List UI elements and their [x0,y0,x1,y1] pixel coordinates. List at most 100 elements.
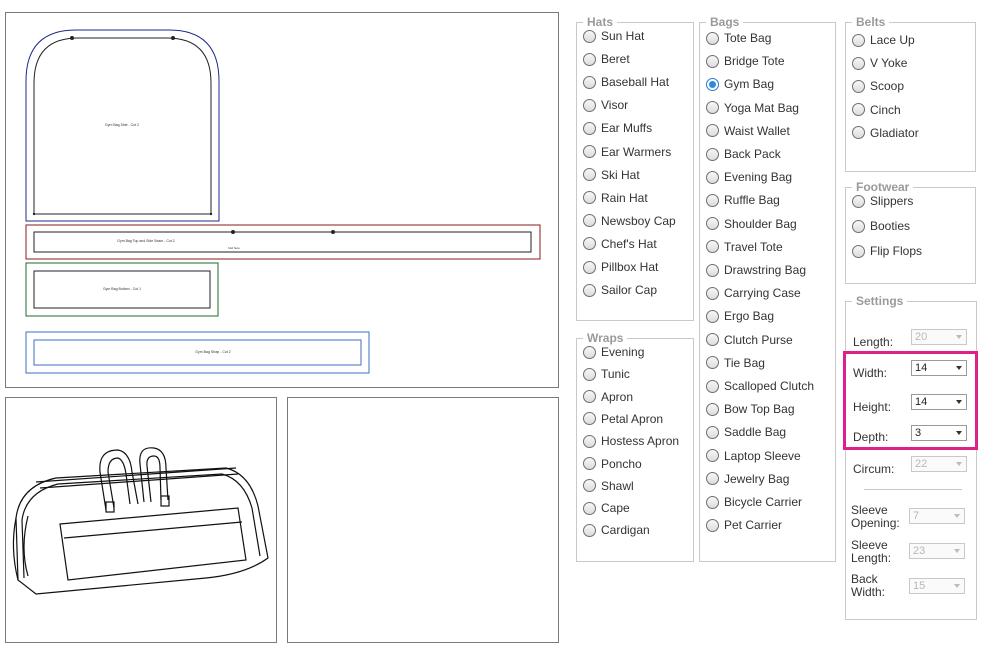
bags-option-clutch-purse[interactable]: Clutch Purse [706,333,793,347]
bags-option-back-pack[interactable]: Back Pack [706,147,781,161]
wraps-option-apron[interactable]: Apron [583,390,633,404]
radio-button[interactable] [706,54,719,68]
back-width-select[interactable]: 15 [909,578,965,594]
radio-button[interactable] [852,103,865,117]
radio-button[interactable] [583,214,596,228]
radio-button[interactable] [706,356,719,370]
hats-option-rain-hat[interactable]: Rain Hat [583,191,648,205]
hats-option-ear-muffs[interactable]: Ear Muffs [583,121,652,135]
wraps-option-poncho[interactable]: Poncho [583,457,642,471]
hats-option-visor[interactable]: Visor [583,98,628,112]
bags-option-carrying-case[interactable]: Carrying Case [706,286,801,300]
radio-button[interactable] [706,379,719,393]
radio-button[interactable] [583,479,596,493]
bags-option-travel-tote[interactable]: Travel Tote [706,240,783,254]
sleeve-opening-select[interactable]: 7 [909,508,965,524]
hats-option-ear-warmers[interactable]: Ear Warmers [583,145,671,159]
radio-button[interactable] [852,219,865,233]
radio-button[interactable] [706,170,719,184]
radio-button[interactable] [852,33,865,47]
radio-button[interactable] [583,457,596,470]
sleeve-length-select[interactable]: 23 [909,543,965,559]
radio-button[interactable] [706,101,719,115]
radio-button[interactable] [583,145,596,158]
radio-button[interactable] [852,244,865,258]
bags-option-bow-top-bag[interactable]: Bow Top Bag [706,402,795,416]
radio-button[interactable] [583,121,596,135]
wraps-option-hostess-apron[interactable]: Hostess Apron [583,434,679,448]
footwear-option-slippers[interactable]: Slippers [852,194,913,208]
radio-button[interactable] [706,147,719,161]
footwear-option-booties[interactable]: Booties [852,219,910,233]
bags-option-gym-bag[interactable]: Gym Bag [706,77,774,91]
bags-option-tie-bag[interactable]: Tie Bag [706,356,765,370]
radio-button[interactable] [706,124,719,138]
radio-button[interactable] [706,425,719,439]
radio-button[interactable] [583,345,596,359]
hats-option-newsboy-cap[interactable]: Newsboy Cap [583,214,676,228]
radio-button[interactable] [583,412,596,426]
radio-button[interactable] [706,402,719,416]
radio-button[interactable] [852,194,865,208]
length-select[interactable]: 20 [911,329,967,345]
radio-button[interactable] [583,98,596,112]
bags-option-shoulder-bag[interactable]: Shoulder Bag [706,217,797,231]
radio-button[interactable] [852,126,865,140]
belts-option-gladiator[interactable]: Gladiator [852,126,919,140]
radio-button[interactable] [852,56,865,70]
hats-option-beret[interactable]: Beret [583,52,630,66]
bags-option-saddle-bag[interactable]: Saddle Bag [706,425,786,439]
radio-button[interactable] [706,31,719,45]
radio-button[interactable] [583,434,596,448]
bags-option-bicycle-carrier[interactable]: Bicycle Carrier [706,495,802,509]
bags-option-bridge-tote[interactable]: Bridge Tote [706,54,785,68]
wraps-option-cardigan[interactable]: Cardigan [583,523,650,537]
radio-button[interactable] [583,75,596,89]
footwear-option-flip-flops[interactable]: Flip Flops [852,244,922,258]
bags-option-ergo-bag[interactable]: Ergo Bag [706,309,774,323]
radio-button[interactable] [706,193,719,207]
radio-button[interactable] [706,286,719,300]
radio-button[interactable] [583,523,596,537]
belts-option-scoop[interactable]: Scoop [852,79,904,93]
belts-option-v-yoke[interactable]: V Yoke [852,56,907,70]
radio-button[interactable] [706,263,719,277]
circum-select[interactable]: 22 [911,456,967,472]
radio-button[interactable] [583,260,596,274]
radio-button[interactable] [583,367,596,381]
radio-button[interactable] [706,495,719,509]
radio-button[interactable] [706,77,719,91]
radio-button[interactable] [583,283,596,297]
radio-button[interactable] [583,52,596,66]
bags-option-evening-bag[interactable]: Evening Bag [706,170,792,184]
hats-option-sun-hat[interactable]: Sun Hat [583,29,644,43]
bags-option-pet-carrier[interactable]: Pet Carrier [706,518,782,532]
radio-button[interactable] [706,309,719,323]
radio-button[interactable] [706,472,719,486]
belts-option-cinch[interactable]: Cinch [852,103,901,117]
radio-button[interactable] [706,518,719,532]
bags-option-waist-wallet[interactable]: Waist Wallet [706,124,790,138]
radio-button[interactable] [852,79,865,93]
hats-option-chef-s-hat[interactable]: Chef's Hat [583,237,657,251]
bags-option-scalloped-clutch[interactable]: Scalloped Clutch [706,379,814,393]
bags-option-laptop-sleeve[interactable]: Laptop Sleeve [706,449,801,463]
hats-option-pillbox-hat[interactable]: Pillbox Hat [583,260,658,274]
bags-option-drawstring-bag[interactable]: Drawstring Bag [706,263,806,277]
belts-option-lace-up[interactable]: Lace Up [852,33,915,47]
wraps-option-petal-apron[interactable]: Petal Apron [583,412,663,426]
radio-button[interactable] [706,217,719,231]
radio-button[interactable] [706,333,719,347]
radio-button[interactable] [583,191,596,205]
radio-button[interactable] [583,168,596,182]
wraps-option-cape[interactable]: Cape [583,501,630,515]
hats-option-ski-hat[interactable]: Ski Hat [583,168,640,182]
radio-button[interactable] [583,29,596,43]
bags-option-ruffle-bag[interactable]: Ruffle Bag [706,193,780,207]
radio-button[interactable] [583,390,596,404]
radio-button[interactable] [583,237,596,251]
radio-button[interactable] [706,449,719,463]
hats-option-baseball-hat[interactable]: Baseball Hat [583,75,669,89]
bags-option-yoga-mat-bag[interactable]: Yoga Mat Bag [706,101,799,115]
bags-option-jewelry-bag[interactable]: Jewelry Bag [706,472,789,486]
